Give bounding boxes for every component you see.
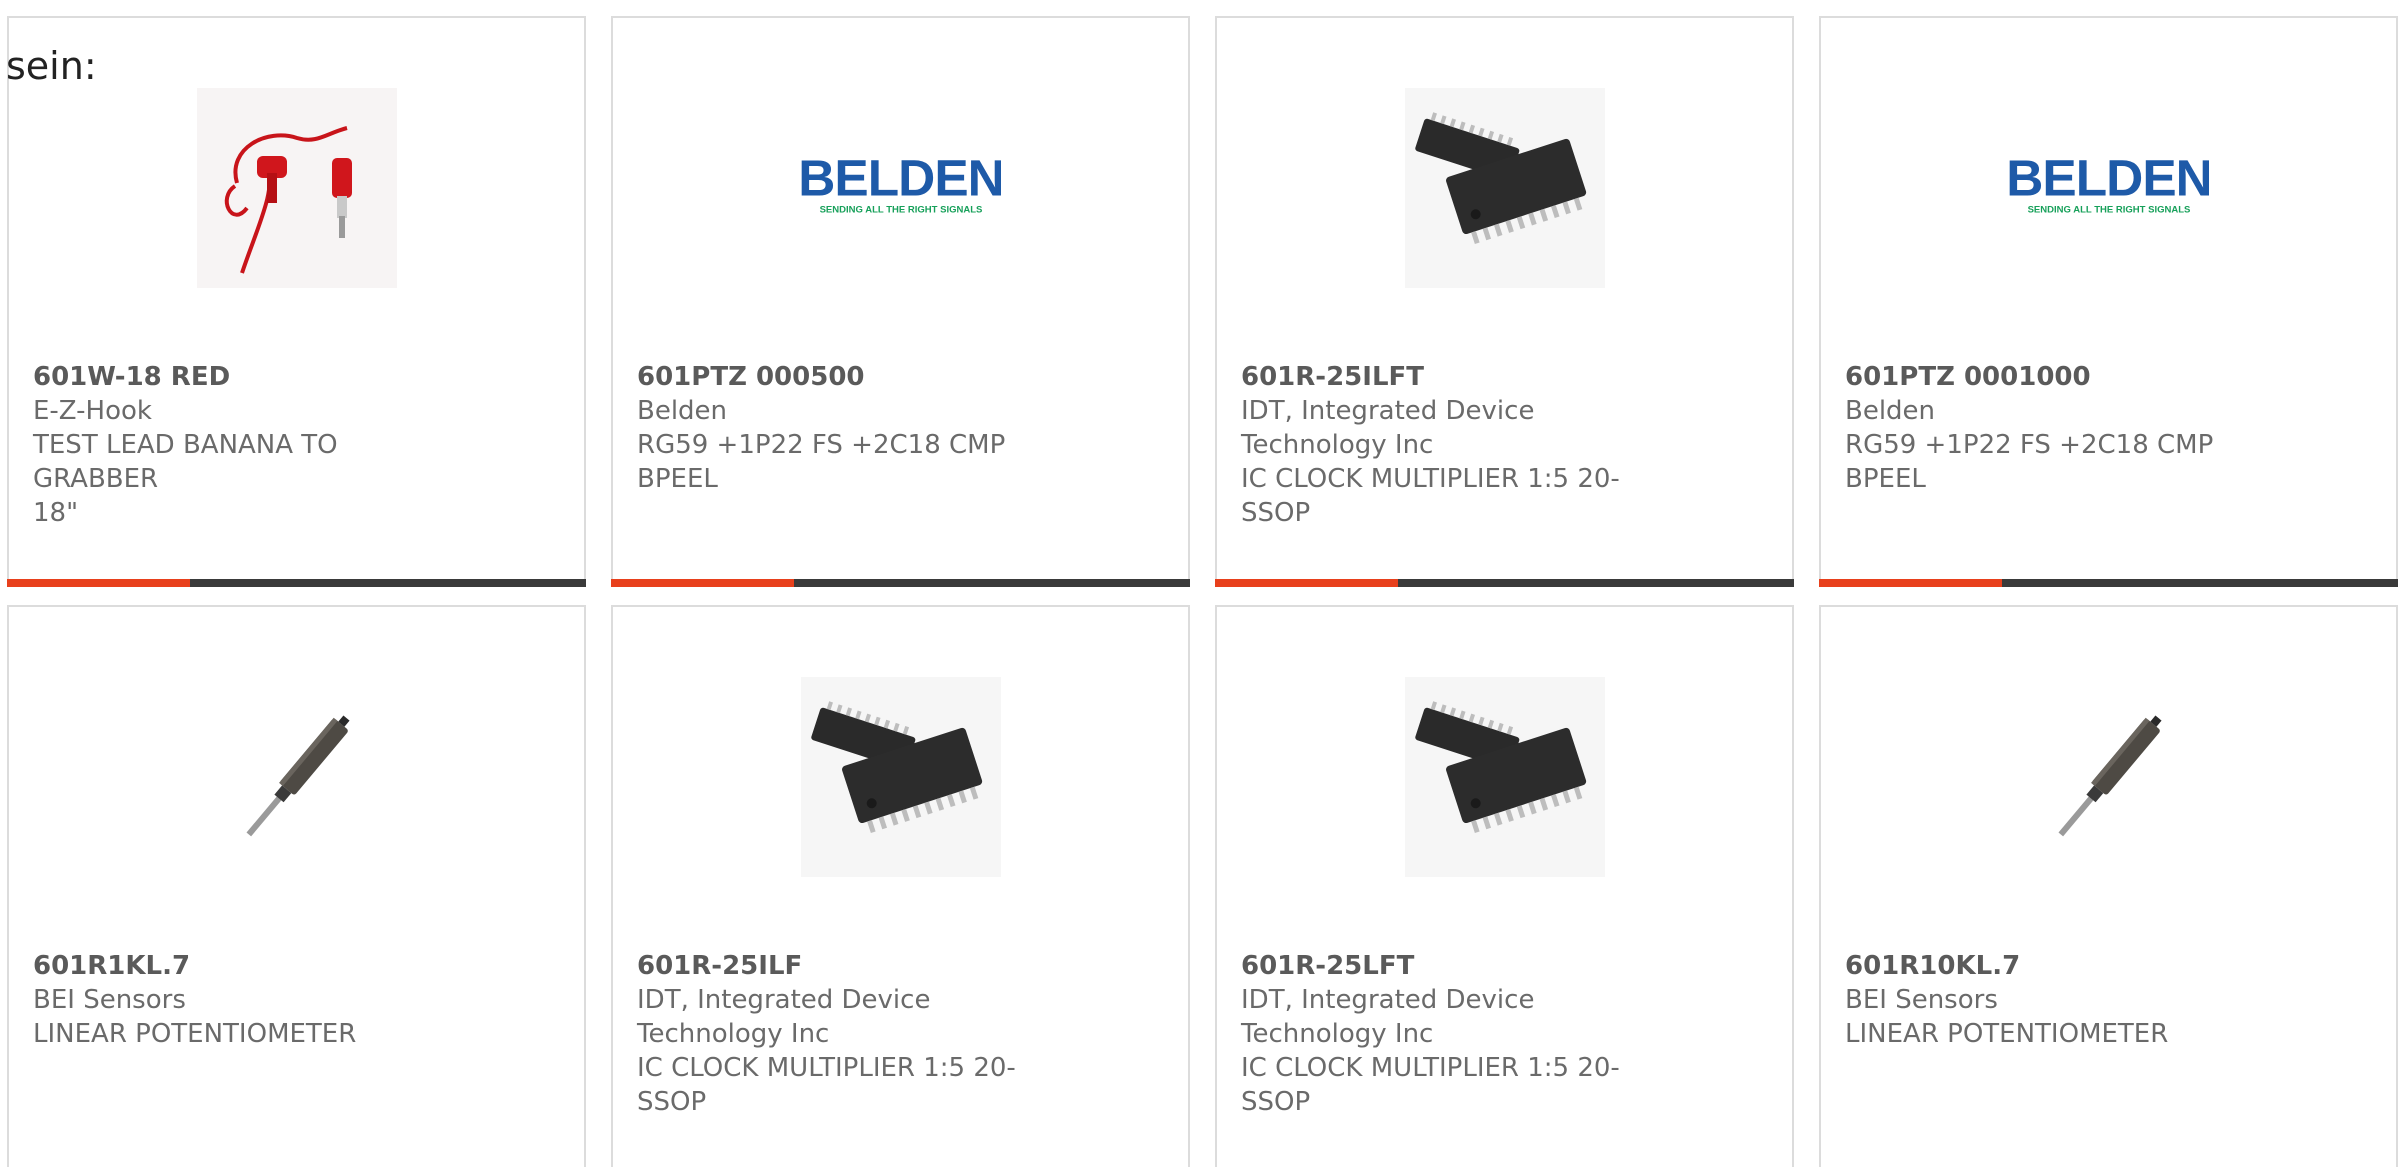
product-card[interactable]: BELDEN SENDING ALL THE RIGHT SIGNALS 601… <box>1819 16 2398 587</box>
product-info: 601PTZ 000500 Belden RG59 +1P22 FS +2C18… <box>637 360 1057 496</box>
manufacturer-line: IDT, Integrated Device <box>637 985 931 1015</box>
product-card[interactable]: 601R-25ILF IDT, Integrated Device Techno… <box>611 605 1190 1167</box>
product-card[interactable]: 601R10KL.7 BEI Sensors LINEAR POTENTIOME… <box>1819 605 2398 1167</box>
product-info: 601R-25ILFT IDT, Integrated Device Techn… <box>1241 360 1661 530</box>
manufacturer: BEI Sensors <box>1845 985 1998 1015</box>
product-grid: 601W-18 RED E-Z-Hook TEST LEAD BANANA TO… <box>7 16 2398 1167</box>
manufacturer-line: IDT, Integrated Device <box>1241 396 1535 426</box>
card-accent-bar <box>1819 579 2002 587</box>
description-line: BPEEL <box>1845 464 1926 494</box>
product-info: 601R-25LFT IDT, Integrated Device Techno… <box>1241 949 1661 1119</box>
part-number[interactable]: 601PTZ 000500 <box>637 360 1057 394</box>
card-accent-bar <box>7 579 190 587</box>
belden-logo: BELDEN SENDING ALL THE RIGHT SIGNALS <box>801 88 1001 288</box>
product-card[interactable]: 601R-25LFT IDT, Integrated Device Techno… <box>1215 605 1794 1167</box>
part-number[interactable]: 601W-18 RED <box>33 360 453 394</box>
product-card[interactable]: 601R-25ILFT IDT, Integrated Device Techn… <box>1215 16 1794 587</box>
belden-logo-wordmark: BELDEN <box>801 149 1001 207</box>
part-number[interactable]: 601R-25ILF <box>637 949 1057 983</box>
potentiometer-image <box>197 677 397 877</box>
product-grid-page: sein: 601W-18 RED E-Z-Hook TEST LEAD BAN… <box>0 0 2400 1167</box>
part-number[interactable]: 601R-25ILFT <box>1241 360 1661 394</box>
part-number[interactable]: 601PTZ 0001000 <box>1845 360 2265 394</box>
product-info: 601R1KL.7 BEI Sensors LINEAR POTENTIOMET… <box>33 949 453 1051</box>
test-lead-image <box>196 88 397 288</box>
card-bottom-bar <box>611 579 1190 587</box>
product-card[interactable]: BELDEN SENDING ALL THE RIGHT SIGNALS 601… <box>611 16 1190 587</box>
description-line: RG59 +1P22 FS +2C18 CMP <box>1845 430 2214 460</box>
description-line: SSOP <box>1241 498 1311 528</box>
card-bottom-bar <box>7 579 586 587</box>
ic-chip-image <box>1404 88 1605 288</box>
product-card[interactable]: 601W-18 RED E-Z-Hook TEST LEAD BANANA TO… <box>7 16 586 587</box>
description-line: IC CLOCK MULTIPLIER 1:5 20- <box>637 1053 1016 1083</box>
description-line: IC CLOCK MULTIPLIER 1:5 20- <box>1241 1053 1620 1083</box>
card-bottom-bar <box>1215 579 1794 587</box>
product-info: 601R10KL.7 BEI Sensors LINEAR POTENTIOME… <box>1845 949 2265 1051</box>
card-accent-bar <box>1215 579 1398 587</box>
ic-chip-image <box>1404 677 1605 877</box>
manufacturer: Belden <box>1845 396 1936 426</box>
ic-chip-image <box>800 677 1001 877</box>
description-line: LINEAR POTENTIOMETER <box>33 1019 357 1049</box>
manufacturer: BEI Sensors <box>33 985 186 1015</box>
product-info: 601PTZ 0001000 Belden RG59 +1P22 FS +2C1… <box>1845 360 2265 496</box>
card-accent-bar <box>611 579 794 587</box>
manufacturer: Belden <box>637 396 728 426</box>
potentiometer-image <box>2009 677 2209 877</box>
description-line: RG59 +1P22 FS +2C18 CMP <box>637 430 1006 460</box>
card-bottom-bar <box>1819 579 2398 587</box>
manufacturer: E-Z-Hook <box>33 396 152 426</box>
belden-logo: BELDEN SENDING ALL THE RIGHT SIGNALS <box>2009 88 2209 288</box>
description-line: LINEAR POTENTIOMETER <box>1845 1019 2169 1049</box>
part-number[interactable]: 601R1KL.7 <box>33 949 453 983</box>
part-number[interactable]: 601R-25LFT <box>1241 949 1661 983</box>
belden-logo-wordmark: BELDEN <box>2009 149 2209 207</box>
manufacturer-line: IDT, Integrated Device <box>1241 985 1535 1015</box>
belden-logo-tagline: SENDING ALL THE RIGHT SIGNALS <box>819 205 982 216</box>
product-info: 601R-25ILF IDT, Integrated Device Techno… <box>637 949 1057 1119</box>
manufacturer-line: Technology Inc <box>1241 430 1434 460</box>
description-line: 18" <box>33 498 79 528</box>
description-line: TEST LEAD BANANA TO GRABBER <box>33 430 338 494</box>
header-label: sein: <box>6 44 97 88</box>
product-card[interactable]: 601R1KL.7 BEI Sensors LINEAR POTENTIOMET… <box>7 605 586 1167</box>
part-number[interactable]: 601R10KL.7 <box>1845 949 2265 983</box>
manufacturer-line: Technology Inc <box>637 1019 830 1049</box>
description-line: BPEEL <box>637 464 718 494</box>
belden-logo-tagline: SENDING ALL THE RIGHT SIGNALS <box>2027 205 2190 216</box>
manufacturer-line: Technology Inc <box>1241 1019 1434 1049</box>
description-line: SSOP <box>1241 1087 1311 1117</box>
description-line: SSOP <box>637 1087 707 1117</box>
product-info: 601W-18 RED E-Z-Hook TEST LEAD BANANA TO… <box>33 360 453 530</box>
description-line: IC CLOCK MULTIPLIER 1:5 20- <box>1241 464 1620 494</box>
